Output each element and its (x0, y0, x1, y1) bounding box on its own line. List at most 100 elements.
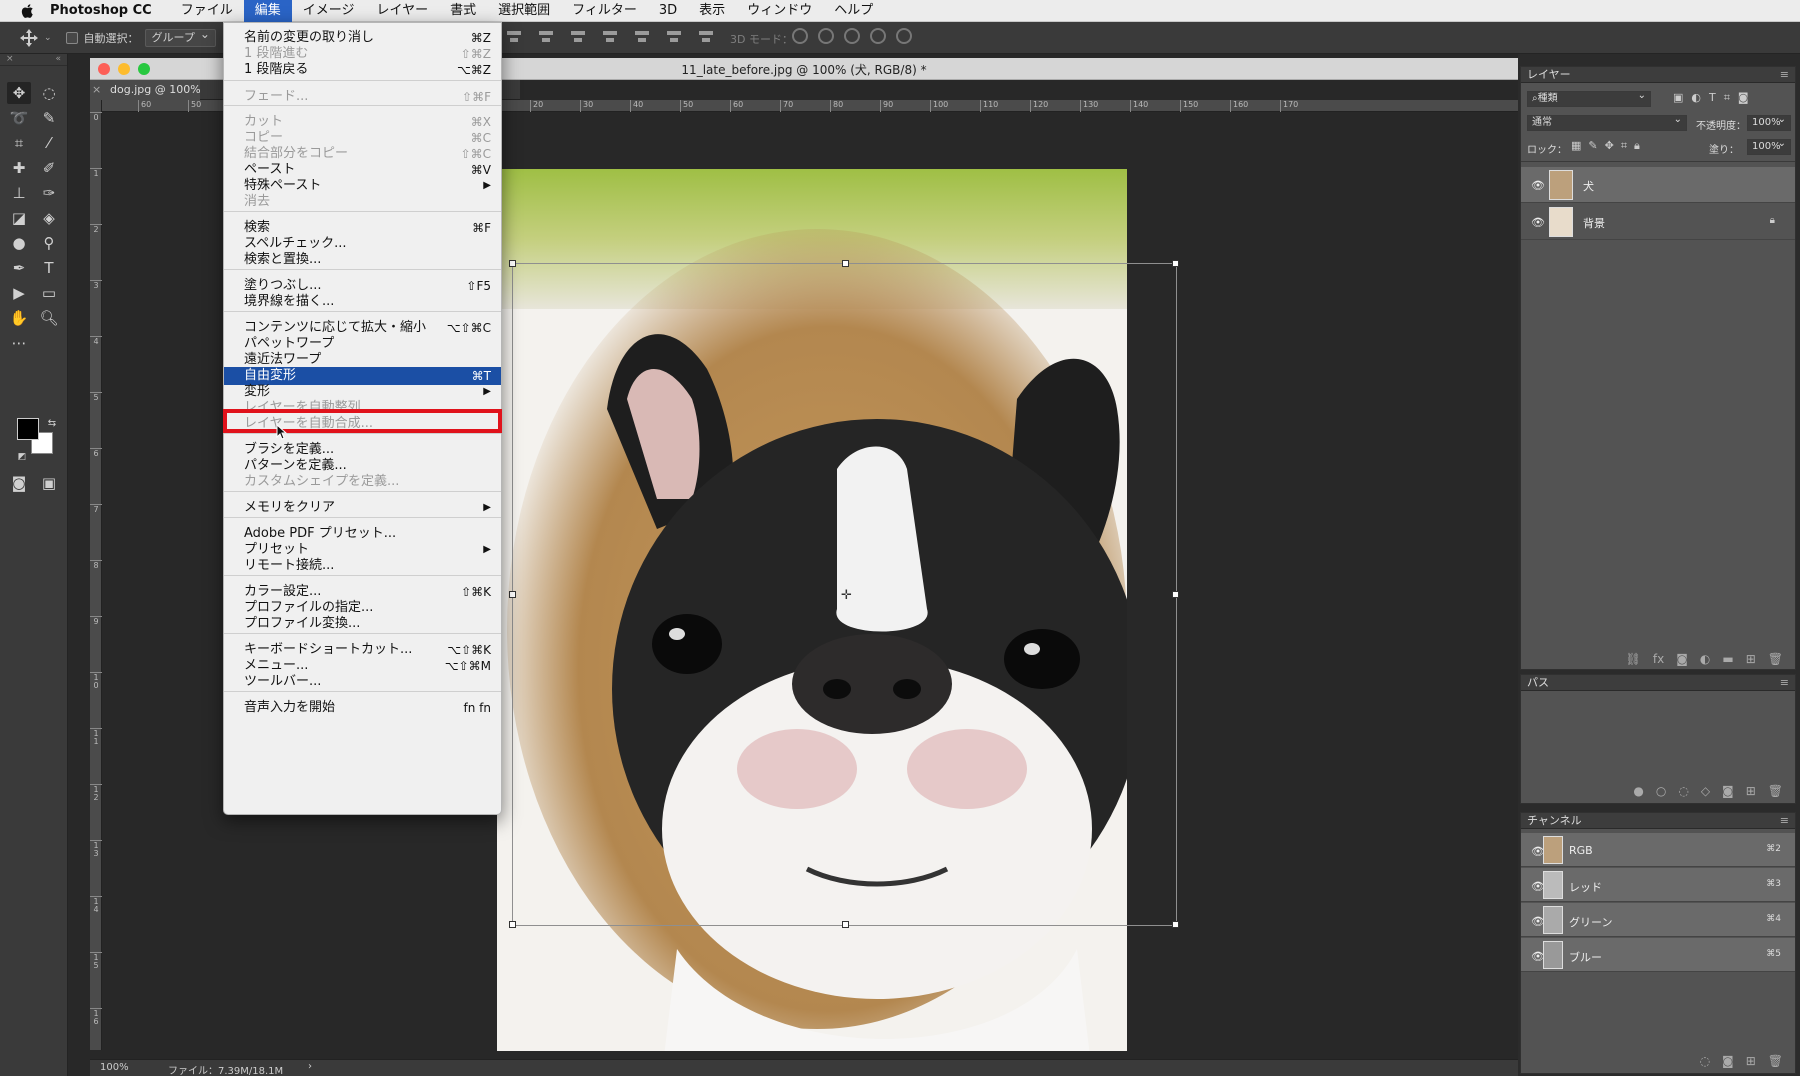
channel-row-blue[interactable]: 👁︎ ブルー ⌘5 (1521, 938, 1795, 972)
path-select-tool-icon[interactable]: ▶ (7, 282, 31, 304)
align-top-icon[interactable] (505, 28, 523, 46)
dodge-tool-icon[interactable]: ⚲ (37, 232, 61, 254)
3d-rotate-icon[interactable] (792, 28, 808, 44)
menu-3d[interactable]: 3D (648, 0, 688, 22)
history-brush-tool-icon[interactable]: ✑ (37, 182, 61, 204)
transform-handle-top[interactable] (842, 260, 849, 267)
transform-handle-top-right[interactable] (1172, 260, 1179, 267)
link-layers-icon[interactable]: ⛓︎ (1626, 652, 1641, 666)
panel-menu-icon[interactable]: ≡ (1780, 67, 1789, 83)
menu-window[interactable]: ウィンドウ (736, 0, 823, 22)
align-vcenter-icon[interactable] (537, 28, 555, 46)
transform-bounding-box[interactable]: ✛ (509, 260, 1179, 928)
hand-tool-icon[interactable]: ✋ (7, 307, 31, 329)
transform-handle-bottom[interactable] (842, 921, 849, 928)
new-group-icon[interactable]: ▬ (1722, 652, 1733, 666)
layer-row-dog[interactable]: 👁︎ 犬 (1521, 167, 1795, 203)
blend-mode-select[interactable]: 通常 (1527, 113, 1687, 131)
quick-select-tool-icon[interactable]: ✎ (37, 107, 61, 129)
marquee-tool-icon[interactable]: ◌ (37, 82, 61, 104)
trash-icon[interactable]: 🗑︎ (1768, 652, 1783, 666)
close-icon[interactable]: × (6, 54, 14, 65)
blur-tool-icon[interactable]: ● (7, 232, 31, 254)
3d-scale-icon[interactable] (896, 28, 912, 44)
adjustment-layer-icon[interactable]: ◐ (1700, 652, 1710, 666)
layer-filter-icons[interactable]: ▣◐T⌗◙ (1673, 91, 1757, 105)
transform-handle-bottom-right[interactable] (1172, 921, 1179, 928)
channel-row-red[interactable]: 👁︎ レッド ⌘3 (1521, 868, 1795, 902)
eraser-tool-icon[interactable]: ◪ (7, 207, 31, 229)
load-channel-selection-icon[interactable]: ◌ (1700, 1054, 1710, 1068)
paths-panel-header[interactable]: パス ≡ (1521, 675, 1795, 691)
auto-select-target-select[interactable]: グループ (144, 26, 216, 47)
new-path-icon[interactable]: ⊞ (1746, 784, 1756, 798)
menu-item[interactable]: 検索と置換... (224, 251, 501, 269)
align-right-icon[interactable] (665, 28, 683, 46)
tool-preset-chevron-icon[interactable]: ⌄ (44, 33, 52, 43)
trash-icon[interactable]: 🗑︎ (1768, 1054, 1783, 1068)
align-hcenter-icon[interactable] (633, 28, 651, 46)
foreground-color-swatch[interactable] (17, 418, 39, 440)
lasso-tool-icon[interactable]: ➰ (7, 107, 31, 129)
crop-tool-icon[interactable]: ⌗ (7, 132, 31, 154)
transform-handle-right[interactable] (1172, 591, 1179, 598)
eyedropper-tool-icon[interactable]: ⁄ (37, 132, 61, 154)
stamp-tool-icon[interactable]: ⊥ (7, 182, 31, 204)
status-menu-arrow-icon[interactable]: › (308, 1061, 312, 1072)
fill-path-icon[interactable]: ● (1633, 784, 1643, 798)
type-tool-icon[interactable]: T (37, 257, 61, 279)
layer-row-background[interactable]: 👁︎ 背景 🔒︎ (1521, 204, 1795, 240)
new-layer-icon[interactable]: ⊞ (1746, 652, 1756, 666)
pen-tool-icon[interactable]: ✒ (7, 257, 31, 279)
transform-handle-bottom-left[interactable] (509, 921, 516, 928)
channel-row-rgb[interactable]: 👁︎ RGB ⌘2 (1521, 833, 1795, 867)
stroke-path-icon[interactable]: ○ (1656, 784, 1666, 798)
close-tab-icon[interactable]: × (92, 80, 101, 99)
zoom-tool-icon[interactable]: 🔍︎ (37, 307, 61, 329)
menu-filter[interactable]: フィルター (561, 0, 648, 22)
layers-panel-header[interactable]: レイヤー ≡ (1521, 67, 1795, 83)
file-size-info[interactable]: ファイル：7.39M/18.1M (168, 1062, 283, 1076)
quick-mask-icon[interactable]: ◙ (7, 472, 31, 494)
transform-handle-left[interactable] (509, 591, 516, 598)
rectangle-tool-icon[interactable]: ▭ (37, 282, 61, 304)
default-colors-icon[interactable]: ◩ (10, 446, 34, 468)
healing-brush-tool-icon[interactable]: ✚ (7, 157, 31, 179)
channels-panel-header[interactable]: チャンネル ≡ (1521, 813, 1795, 829)
menu-item[interactable]: リモート接続... (224, 557, 501, 575)
add-mask-icon[interactable]: ◙ (1722, 784, 1734, 798)
3d-pan-icon[interactable] (844, 28, 860, 44)
menu-item[interactable]: ツールバー... (224, 673, 501, 691)
move-tool-icon[interactable]: ✥ (7, 82, 31, 104)
visibility-eye-icon[interactable]: 👁︎ (1531, 216, 1545, 229)
transform-center-icon[interactable]: ✛ (841, 588, 852, 603)
tools-panel-header[interactable]: × « (0, 54, 67, 66)
fx-icon[interactable]: fx (1653, 652, 1664, 666)
apple-icon[interactable] (20, 3, 36, 19)
panel-menu-icon[interactable]: ≡ (1780, 813, 1789, 829)
menu-item[interactable]: メモリをクリア ▶ (224, 499, 501, 517)
menu-item[interactable]: 音声入力を開始 fn fn (224, 699, 501, 717)
menu-item[interactable]: 1 段階戻る ⌥⌘Z (224, 61, 501, 79)
collapse-icon[interactable]: « (55, 54, 61, 65)
menu-edit[interactable]: 編集 (243, 0, 292, 22)
menu-view[interactable]: 表示 (688, 0, 736, 22)
opacity-field[interactable]: 100% (1747, 113, 1791, 131)
fill-field[interactable]: 100% (1747, 137, 1791, 155)
paint-bucket-tool-icon[interactable]: ◈ (37, 207, 61, 229)
save-selection-icon[interactable]: ◙ (1722, 1054, 1734, 1068)
trash-icon[interactable]: 🗑︎ (1768, 784, 1783, 798)
auto-select-checkbox[interactable] (65, 31, 78, 44)
zoom-level[interactable]: 100% (100, 1062, 129, 1073)
make-work-path-icon[interactable]: ◇ (1701, 784, 1710, 798)
menu-select[interactable]: 選択範囲 (487, 0, 561, 22)
align-bottom-icon[interactable] (569, 28, 587, 46)
transform-handle-top-left[interactable] (509, 260, 516, 267)
more-tools-icon[interactable]: ⋯ (7, 332, 31, 354)
new-channel-icon[interactable]: ⊞ (1746, 1054, 1756, 1068)
swap-colors-icon[interactable]: ⇆ (40, 412, 64, 434)
brush-tool-icon[interactable]: ✐ (37, 157, 61, 179)
lock-icons[interactable]: ▦✎✥⌗🔒︎ (1571, 139, 1647, 153)
visibility-eye-icon[interactable]: 👁︎ (1531, 179, 1545, 192)
distribute-icon[interactable] (697, 28, 715, 46)
